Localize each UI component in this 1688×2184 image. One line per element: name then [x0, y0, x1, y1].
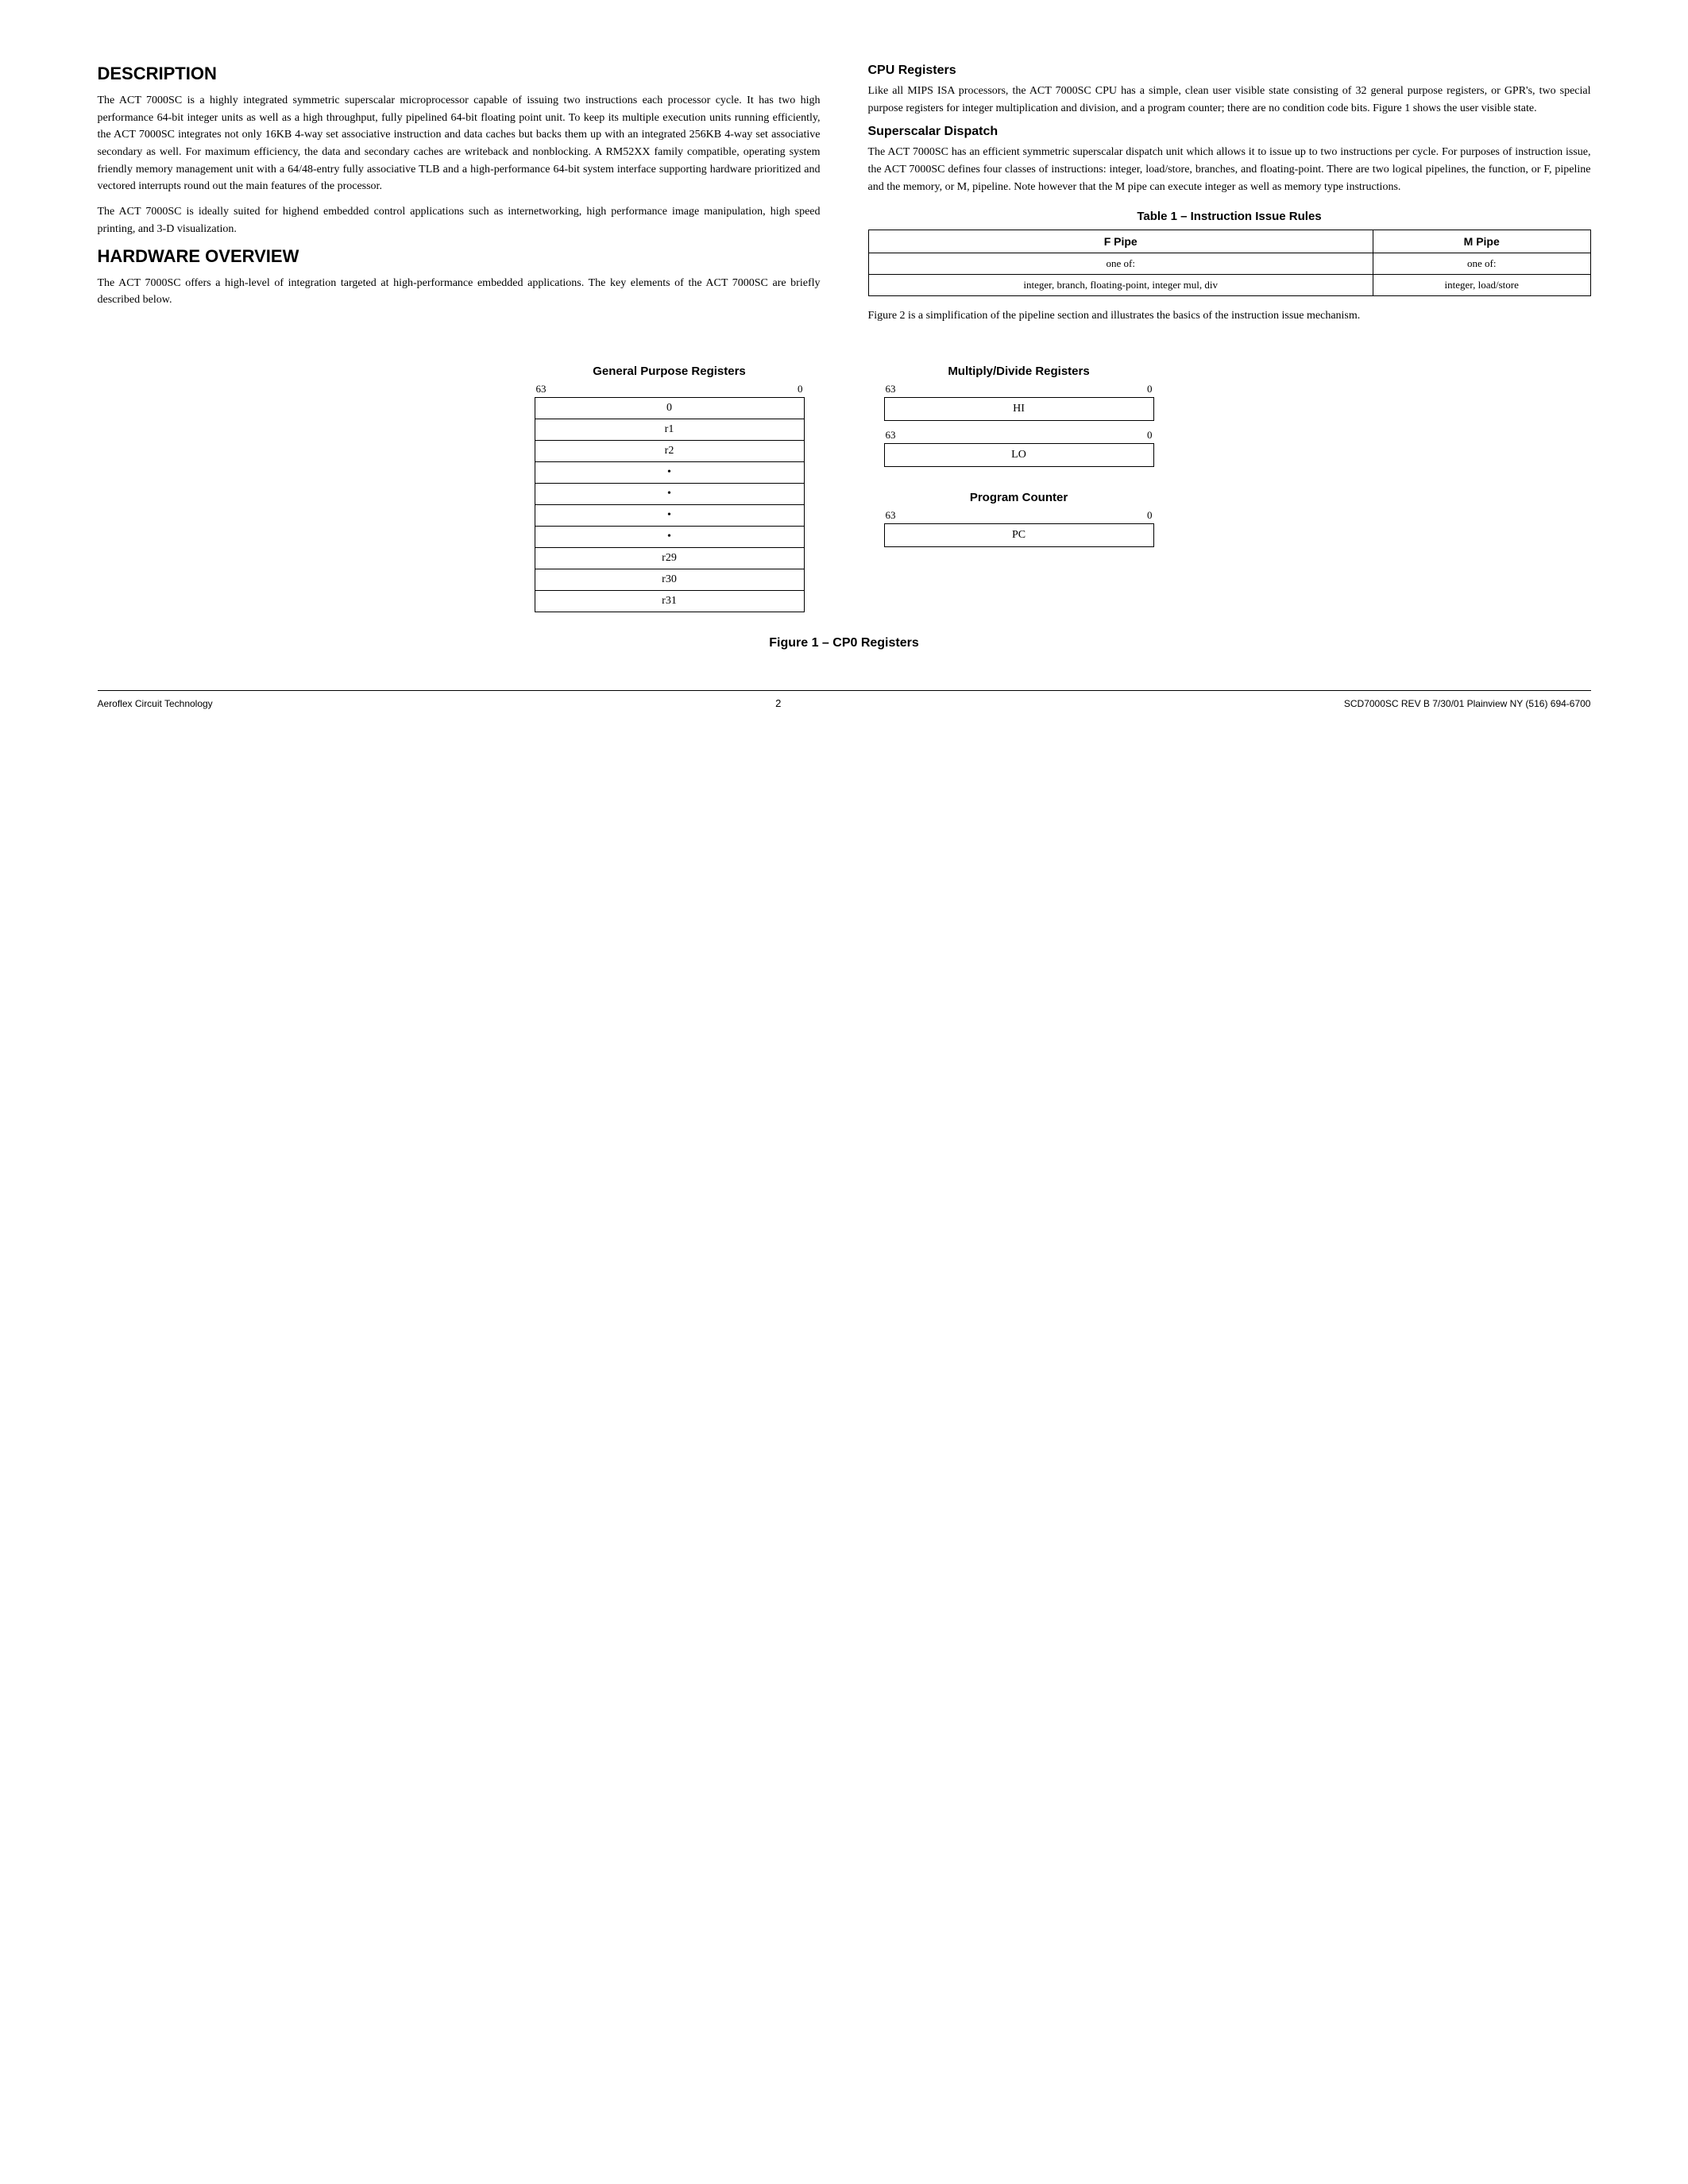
table-cell-mpipe-row1: one of:	[1373, 253, 1590, 275]
pc-diagram: Program Counter 63 0 PC	[884, 491, 1154, 547]
gpr-row: •	[535, 505, 804, 527]
gpr-row: r29	[535, 548, 804, 569]
right-column: CPU Registers Like all MIPS ISA processo…	[868, 64, 1591, 333]
left-column: DESCRIPTION The ACT 7000SC is a highly i…	[98, 64, 821, 333]
md-lo-bit-labels: 63 0	[884, 429, 1154, 442]
table-cell-fpipe-row2: integer, branch, floating-point, integer…	[868, 275, 1373, 296]
footer-right: SCD7000SC REV B 7/30/01 Plainview NY (51…	[1344, 698, 1591, 709]
superscalar-title: Superscalar Dispatch	[868, 125, 1591, 139]
md-hi-bit-high: 63	[886, 383, 896, 396]
gpr-diagram: General Purpose Registers 63 0 0r1r2••••…	[535, 365, 805, 612]
instruction-table-section: Table 1 – Instruction Issue Rules F Pipe…	[868, 210, 1591, 296]
gpr-cell: r29	[535, 548, 804, 569]
page: DESCRIPTION The ACT 7000SC is a highly i…	[98, 64, 1591, 709]
figure-section: General Purpose Registers 63 0 0r1r2••••…	[98, 365, 1591, 612]
cpu-registers-title: CPU Registers	[868, 64, 1591, 78]
gpr-row: •	[535, 484, 804, 505]
md-hi-bit-low: 0	[1147, 383, 1153, 396]
gpr-row: r30	[535, 569, 804, 591]
description-title: DESCRIPTION	[98, 64, 821, 84]
md-diagram: Multiply/Divide Registers 63 0 HI 63 0 L…	[884, 365, 1154, 467]
md-lo-bit-high: 63	[886, 429, 896, 442]
footer: Aeroflex Circuit Technology 2 SCD7000SC …	[98, 690, 1591, 709]
md-lo-bit-low: 0	[1147, 429, 1153, 442]
gpr-cell: •	[535, 462, 804, 484]
footer-page-number: 2	[775, 697, 781, 709]
pc-title: Program Counter	[970, 491, 1068, 504]
gpr-row: 0	[535, 398, 804, 419]
table-cell-mpipe-row2: integer, load/store	[1373, 275, 1590, 296]
gpr-title: General Purpose Registers	[593, 365, 746, 378]
main-content: DESCRIPTION The ACT 7000SC is a highly i…	[98, 64, 1591, 333]
table-cell-fpipe-row1: one of:	[868, 253, 1373, 275]
right-diagrams: Multiply/Divide Registers 63 0 HI 63 0 L…	[884, 365, 1154, 547]
md-hi-register: HI	[884, 397, 1154, 421]
superscalar-p1: The ACT 7000SC has an efficient symmetri…	[868, 144, 1591, 195]
gpr-row: r1	[535, 419, 804, 441]
figure-caption: Figure 1 – CP0 Registers	[98, 636, 1591, 650]
cpu-registers-p1: Like all MIPS ISA processors, the ACT 70…	[868, 83, 1591, 117]
table-row: integer, branch, floating-point, integer…	[868, 275, 1590, 296]
table-header-mpipe: M Pipe	[1373, 230, 1590, 253]
gpr-cell: •	[535, 484, 804, 505]
instruction-issue-table: F Pipe M Pipe one of: one of: integer, b…	[868, 230, 1591, 296]
pc-register: PC	[884, 523, 1154, 547]
pc-bit-low: 0	[1147, 509, 1153, 522]
gpr-bit-labels: 63 0	[535, 383, 805, 396]
md-hi-bit-labels: 63 0	[884, 383, 1154, 396]
gpr-cell: •	[535, 527, 804, 548]
md-title: Multiply/Divide Registers	[948, 365, 1089, 378]
gpr-cell: r1	[535, 419, 804, 441]
figure2-text: Figure 2 is a simplification of the pipe…	[868, 307, 1591, 325]
table-header-fpipe: F Pipe	[868, 230, 1373, 253]
gpr-cell: r30	[535, 569, 804, 591]
gpr-cell: 0	[535, 398, 804, 419]
gpr-row: r2	[535, 441, 804, 462]
pc-bit-labels: 63 0	[884, 509, 1154, 522]
footer-left: Aeroflex Circuit Technology	[98, 698, 213, 709]
gpr-cell: r2	[535, 441, 804, 462]
description-p1: The ACT 7000SC is a highly integrated sy…	[98, 92, 821, 195]
gpr-cell: •	[535, 505, 804, 527]
hardware-p1: The ACT 7000SC offers a high-level of in…	[98, 275, 821, 309]
gpr-row: •	[535, 462, 804, 484]
gpr-table: 0r1r2••••r29r30r31	[535, 397, 805, 612]
table-title: Table 1 – Instruction Issue Rules	[868, 210, 1591, 223]
gpr-bit-low: 0	[798, 383, 803, 396]
gpr-row: •	[535, 527, 804, 548]
pc-bit-high: 63	[886, 509, 896, 522]
description-p2: The ACT 7000SC is ideally suited for hig…	[98, 203, 821, 237]
table-row: one of: one of:	[868, 253, 1590, 275]
gpr-bit-high: 63	[536, 383, 547, 396]
gpr-row: r31	[535, 591, 804, 612]
hardware-title: HARDWARE OVERVIEW	[98, 246, 821, 267]
gpr-cell: r31	[535, 591, 804, 612]
md-lo-register: LO	[884, 443, 1154, 467]
